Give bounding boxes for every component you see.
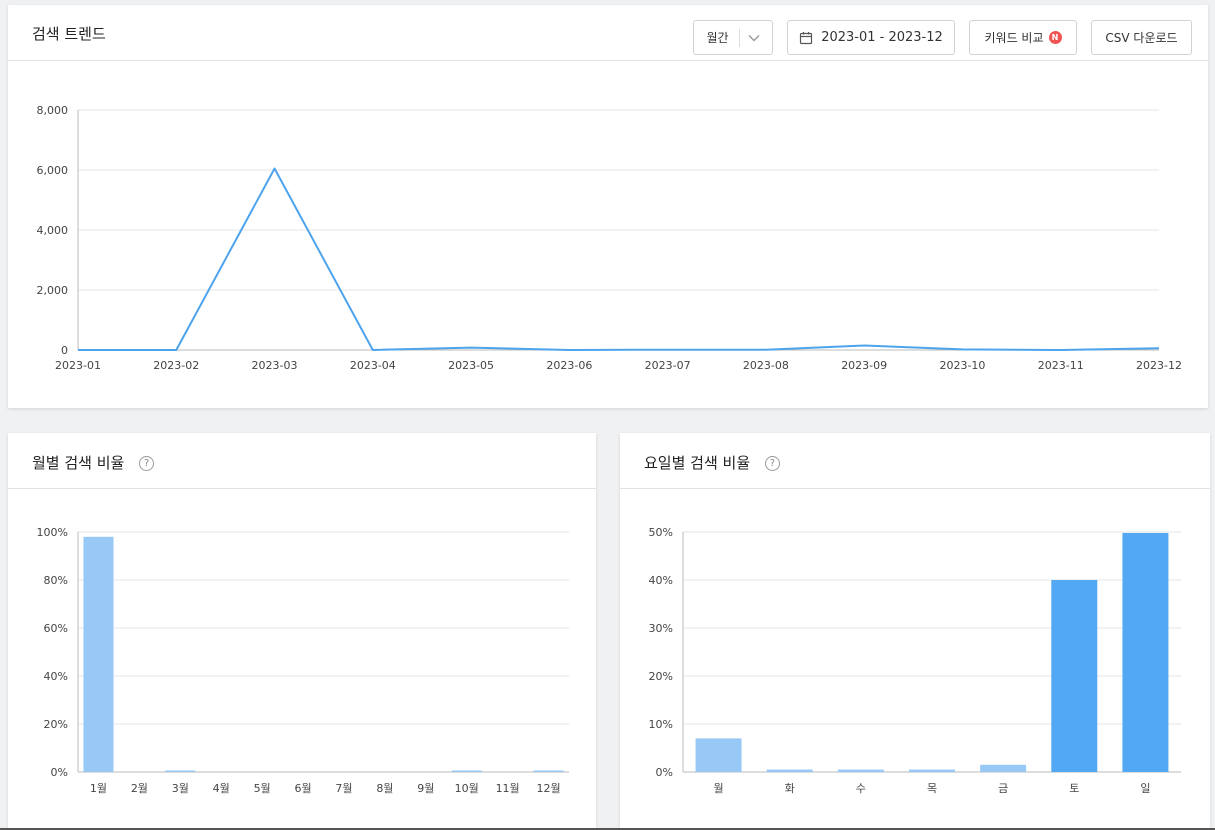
x-tick-label: 2023-08 <box>743 359 789 372</box>
x-tick-label: 2023-12 <box>1136 359 1182 372</box>
x-tick-label: 2023-06 <box>546 359 592 372</box>
date-range-button[interactable]: 2023-01 - 2023-12 <box>787 20 955 55</box>
bar <box>909 769 955 772</box>
y-tick-label: 4,000 <box>37 224 69 237</box>
x-tick-label: 화 <box>785 782 795 795</box>
new-badge: N <box>1048 31 1062 44</box>
y-tick-label: 20% <box>44 718 68 731</box>
x-tick-label: 2023-09 <box>841 359 887 372</box>
y-tick-label: 80% <box>44 574 68 587</box>
y-tick-label: 30% <box>649 622 673 635</box>
x-tick-label: 2023-10 <box>939 359 985 372</box>
help-icon[interactable]: ? <box>764 456 780 471</box>
x-tick-label: 목 <box>927 782 937 795</box>
x-tick-label: 2023-07 <box>645 359 691 372</box>
x-tick-label: 2023-02 <box>153 359 199 372</box>
date-range-label: 2023-01 - 2023-12 <box>821 30 943 45</box>
x-tick-label: 2월 <box>131 782 148 795</box>
bar <box>83 536 114 772</box>
x-tick-label: 2023-03 <box>252 359 298 372</box>
search-trend-line-chart: 0 2,000 4,000 6,000 8,000 2023-01 2023-02 2023-… <box>37 104 1182 372</box>
weekday-ratio-header: 요일별 검색 비율 ? <box>620 433 1210 489</box>
y-tick-label: 0% <box>656 766 673 779</box>
weekday-ratio-title-text: 요일별 검색 비율 <box>644 454 751 472</box>
monthly-ratio-bar-chart: 0% 20% 40% 60% 80% 100% 1월 2월 3월 4월 5월 6월 7월 8월 9월 10월 1… <box>37 526 569 795</box>
period-select[interactable]: 월간 <box>693 20 773 55</box>
bar <box>766 769 813 772</box>
y-tick-label: 0% <box>51 766 68 779</box>
x-tick-label: 2023-04 <box>350 359 396 372</box>
x-tick-label: 5월 <box>254 782 271 795</box>
bar <box>695 738 742 772</box>
x-tick-label: 7월 <box>335 782 352 795</box>
x-tick-label: 1월 <box>90 782 107 795</box>
x-tick-label: 일 <box>1140 781 1150 795</box>
x-tick-label: 2023-05 <box>448 359 494 372</box>
x-tick-label: 10월 <box>455 782 479 795</box>
x-tick-label: 토 <box>1069 782 1079 795</box>
chevron-down-icon <box>748 34 760 41</box>
x-tick-label: 월 <box>714 782 724 795</box>
bar <box>837 769 884 772</box>
weekday-ratio-bar-chart: 0% 10% 20% 30% 40% 50% 월 화 수 목 금 토 일 <box>649 526 1181 795</box>
y-tick-label: 0 <box>61 344 68 357</box>
y-tick-label: 2,000 <box>37 284 69 297</box>
bar <box>1122 532 1169 772</box>
bar <box>1051 580 1098 772</box>
x-tick-label: 3월 <box>172 782 189 795</box>
keyword-compare-button[interactable]: 키워드 비교 N <box>969 20 1077 55</box>
x-tick-label: 2023-11 <box>1038 359 1084 372</box>
y-tick-label: 40% <box>44 670 68 683</box>
keyword-compare-label: 키워드 비교 <box>984 31 1044 45</box>
monthly-ratio-card: 월별 검색 비율 ? 0% 20% 40% 60% 80% 100% 1월 2월 3월 4월 5월 6… <box>8 433 596 830</box>
monthly-ratio-title: 월별 검색 비율 ? <box>32 452 155 473</box>
period-select-divider <box>738 28 740 47</box>
y-tick-label: 60% <box>44 622 68 635</box>
x-tick-label: 수 <box>856 782 866 795</box>
bar <box>980 764 1027 772</box>
series-line <box>78 167 1160 351</box>
x-tick-label: 9월 <box>417 782 434 795</box>
search-trend-title: 검색 트렌드 <box>32 25 106 43</box>
y-tick-label: 100% <box>37 526 68 539</box>
bar <box>533 770 564 772</box>
y-tick-label: 50% <box>649 526 673 539</box>
help-icon[interactable]: ? <box>139 456 155 471</box>
period-select-value: 월간 <box>706 31 729 45</box>
x-tick-label: 4월 <box>213 782 230 795</box>
csv-download-label: CSV 다운로드 <box>1105 31 1178 45</box>
search-trend-header: 검색 트렌드 월간 2023-01 - 2023-12 키워드 비교 N CSV… <box>8 5 1208 61</box>
y-tick-label: 8,000 <box>37 104 69 117</box>
x-tick-label: 12월 <box>536 782 560 795</box>
monthly-ratio-title-text: 월별 검색 비율 <box>32 454 125 472</box>
monthly-ratio-header: 월별 검색 비율 ? <box>8 433 596 489</box>
weekday-ratio-title: 요일별 검색 비율 ? <box>644 452 780 473</box>
y-tick-label: 20% <box>649 670 673 683</box>
x-tick-label: 6월 <box>294 782 311 795</box>
bar <box>165 770 196 772</box>
csv-download-button[interactable]: CSV 다운로드 <box>1091 20 1192 55</box>
bar <box>451 770 482 772</box>
x-tick-label: 금 <box>998 782 1008 795</box>
x-tick-label: 11월 <box>496 782 520 795</box>
y-tick-label: 10% <box>649 718 673 731</box>
x-tick-label: 2023-01 <box>55 359 101 372</box>
weekday-ratio-card: 요일별 검색 비율 ? 0% 10% 20% 30% 40% 50% 월 화 수 목 금 토 일 <box>620 433 1210 830</box>
y-tick-label: 40% <box>649 574 673 587</box>
calendar-icon <box>800 31 813 44</box>
x-tick-label: 8월 <box>376 782 393 795</box>
y-tick-label: 6,000 <box>37 164 69 177</box>
search-trend-card: 검색 트렌드 월간 2023-01 - 2023-12 키워드 비교 N CSV… <box>8 5 1208 408</box>
